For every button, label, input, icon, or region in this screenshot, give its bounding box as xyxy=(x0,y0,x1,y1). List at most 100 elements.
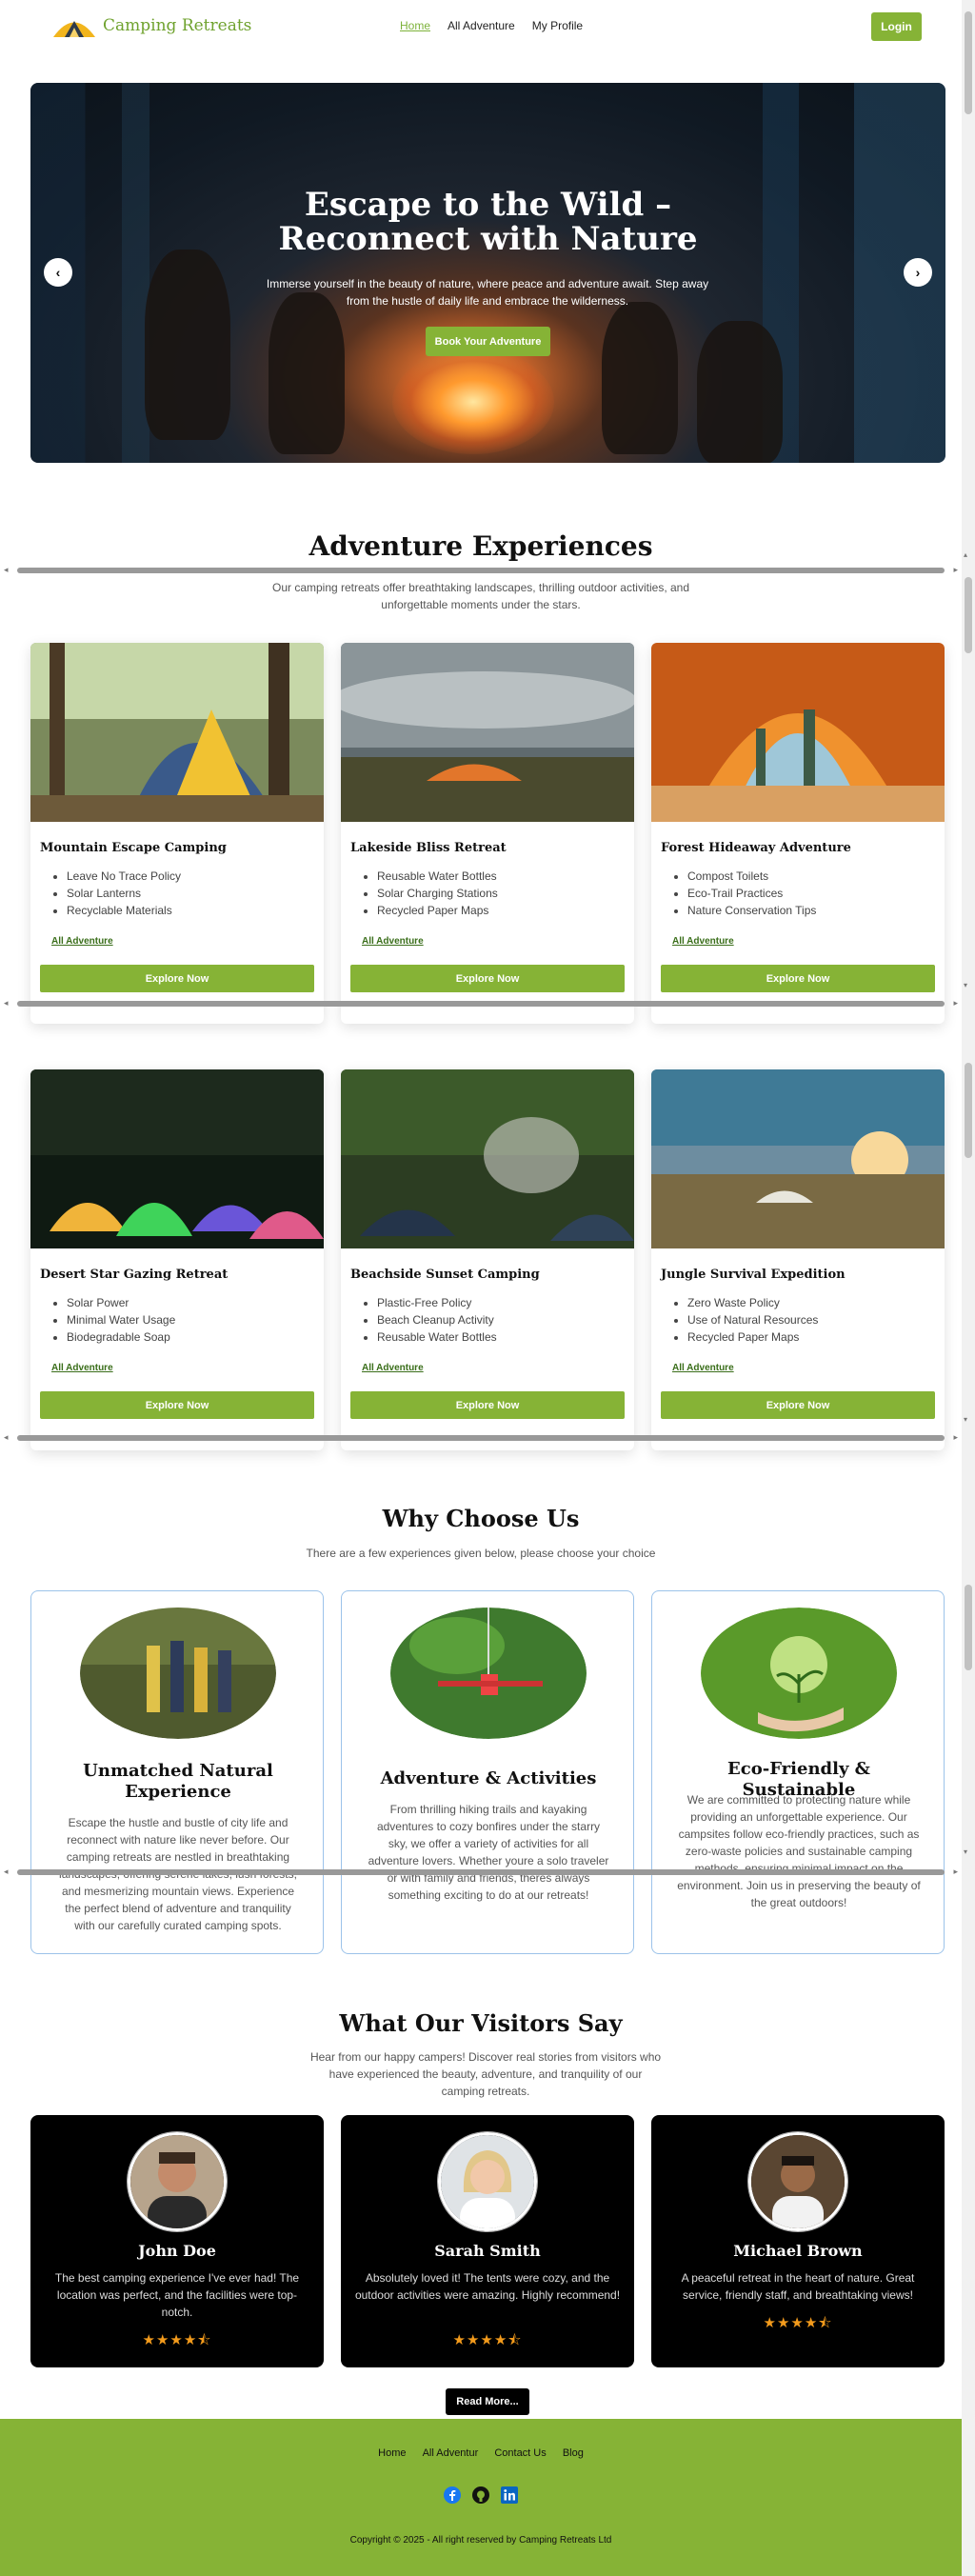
testimonial-text: The best camping experience I've ever ha… xyxy=(54,2271,300,2319)
why-card-title: Unmatched Natural Experience xyxy=(83,1761,273,1802)
explore-now-button[interactable]: Explore Now xyxy=(661,965,935,992)
adventure-card: Jungle Survival Expedition Zero Waste Po… xyxy=(651,1069,945,1450)
horizontal-scrollbar[interactable]: ◂ ▸ xyxy=(0,1866,962,1879)
card-image xyxy=(651,643,945,822)
card-title: Beachside Sunset Camping xyxy=(350,1268,540,1282)
testimonial-name: Sarah Smith xyxy=(434,2242,541,2260)
adventure-card: Desert Star Gazing Retreat Solar PowerMi… xyxy=(30,1069,324,1450)
feature-list: Solar PowerMinimal Water UsageBiodegrada… xyxy=(67,1294,175,1346)
hero-figure xyxy=(269,292,345,454)
nav-link-my-profile[interactable]: My Profile xyxy=(532,19,583,32)
main-menu: Home All Adventure My Profile xyxy=(400,19,583,32)
explore-now-button[interactable]: Explore Now xyxy=(40,965,314,992)
carousel-next-button[interactable]: › xyxy=(904,258,932,287)
why-card-title: Adventure & Activities xyxy=(380,1768,597,1788)
nav-link-home[interactable]: Home xyxy=(400,19,430,32)
book-adventure-button[interactable]: Book Your Adventure xyxy=(426,327,550,356)
linkedin-icon[interactable] xyxy=(501,2486,518,2504)
all-adventure-link[interactable]: All Adventure xyxy=(362,936,424,947)
rating-stars: ★★★★⯪ xyxy=(763,2315,833,2331)
footer-link-contact-us[interactable]: Contact Us xyxy=(494,2447,546,2459)
footer: Home All Adventur Contact Us Blog Copyri… xyxy=(0,2419,962,2576)
social-icons xyxy=(0,2486,962,2504)
github-icon[interactable] xyxy=(472,2486,489,2504)
card-title: Lakeside Bliss Retreat xyxy=(350,841,507,855)
explore-now-button[interactable]: Explore Now xyxy=(661,1391,935,1419)
explore-now-button[interactable]: Explore Now xyxy=(350,965,625,992)
testimonial-name: Michael Brown xyxy=(733,2242,863,2260)
facebook-icon[interactable] xyxy=(444,2486,461,2504)
carousel-prev-button[interactable]: ‹ xyxy=(44,258,72,287)
rating-stars: ★★★★⯪ xyxy=(452,2332,523,2348)
explore-now-button[interactable]: Explore Now xyxy=(40,1391,314,1419)
all-adventure-link[interactable]: All Adventure xyxy=(51,936,113,947)
tent-logo-icon xyxy=(53,21,95,37)
navbar: Camping Retreats Home All Adventure My P… xyxy=(0,0,962,53)
hero-subtitle: Immerse yourself in the beauty of nature… xyxy=(266,277,709,308)
why-subtitle: There are a few experiences given below,… xyxy=(306,1547,656,1560)
why-card-text: From thrilling hiking trails and kayakin… xyxy=(368,1803,609,1902)
nav-link-all-adventure[interactable]: All Adventure xyxy=(448,19,515,32)
footer-link-blog[interactable]: Blog xyxy=(563,2447,584,2459)
card-title: Desert Star Gazing Retreat xyxy=(40,1268,229,1282)
adventure-card: Beachside Sunset Camping Plastic-Free Po… xyxy=(341,1069,634,1450)
avatar xyxy=(438,2132,537,2231)
vertical-scrollbar[interactable]: ▴ ▾ xyxy=(962,550,975,989)
hero-figure xyxy=(697,321,783,463)
hero-figure xyxy=(145,250,230,440)
card-image xyxy=(341,1069,634,1248)
logo[interactable]: Camping Retreats xyxy=(51,11,251,40)
testimonial-card: Michael Brown A peaceful retreat in the … xyxy=(651,2115,945,2367)
why-title: Why Choose Us xyxy=(382,1505,580,1532)
feature-list: Reusable Water BottlesSolar Charging Sta… xyxy=(377,868,498,919)
why-card: Adventure & Activities From thrilling hi… xyxy=(341,1590,634,1954)
adventures-subtitle: Our camping retreats offer breathtaking … xyxy=(271,581,690,611)
explore-now-button[interactable]: Explore Now xyxy=(350,1391,625,1419)
footer-link-home[interactable]: Home xyxy=(378,2447,406,2459)
testimonial-text: A peaceful retreat in the heart of natur… xyxy=(681,2271,915,2302)
testimonial-text: Absolutely loved it! The tents were cozy… xyxy=(354,2271,621,2302)
why-card: Unmatched Natural Experience Escape the … xyxy=(30,1590,324,1954)
testimonials-subtitle: Hear from our happy campers! Discover re… xyxy=(309,2050,662,2098)
card-image xyxy=(30,1069,324,1248)
feature-list: Compost ToiletsEco-Trail PracticesNature… xyxy=(687,868,816,919)
all-adventure-link[interactable]: All Adventure xyxy=(672,1363,734,1373)
why-card-text: We are committed to protecting nature wh… xyxy=(677,1793,921,1909)
card-image xyxy=(341,643,634,822)
hero-carousel: Escape to the Wild – Reconnect with Natur… xyxy=(30,83,945,463)
adventure-card: Lakeside Bliss Retreat Reusable Water Bo… xyxy=(341,643,634,1024)
login-button[interactable]: Login xyxy=(871,12,922,41)
page-scrollbar-thumb[interactable] xyxy=(965,11,972,114)
all-adventure-link[interactable]: All Adventure xyxy=(51,1363,113,1373)
footer-links: Home All Adventur Contact Us Blog xyxy=(0,2447,962,2459)
read-more-button[interactable]: Read More... xyxy=(446,2388,529,2415)
testimonial-name: John Doe xyxy=(138,2242,216,2260)
plant-in-hand-image xyxy=(701,1608,897,1739)
hikers-image xyxy=(80,1608,276,1739)
feature-list: Zero Waste PolicyUse of Natural Resource… xyxy=(687,1294,818,1346)
feature-list: Leave No Trace PolicySolar LanternsRecyc… xyxy=(67,868,181,919)
testimonial-card: John Doe The best camping experience I'v… xyxy=(30,2115,324,2367)
campfire-glow xyxy=(392,349,554,454)
copyright: Copyright © 2025 - All right reserved by… xyxy=(349,2535,612,2546)
card-title: Jungle Survival Expedition xyxy=(661,1268,846,1282)
avatar xyxy=(748,2132,847,2231)
adventure-card: Mountain Escape Camping Leave No Trace P… xyxy=(30,643,324,1024)
brand-name: Camping Retreats xyxy=(103,16,252,35)
adventures-title: Adventure Experiences xyxy=(308,530,653,562)
footer-link-all-adventur[interactable]: All Adventur xyxy=(423,2447,479,2459)
vertical-scrollbar[interactable]: ▾ xyxy=(962,1049,975,1430)
horizontal-scrollbar[interactable]: ◂ ▸ xyxy=(0,564,962,577)
why-card: Eco-Friendly & Sustainable We are commit… xyxy=(651,1590,945,1954)
all-adventure-link[interactable]: All Adventure xyxy=(362,1363,424,1373)
all-adventure-link[interactable]: All Adventure xyxy=(672,936,734,947)
horizontal-scrollbar[interactable]: ◂ ▸ xyxy=(0,1431,962,1445)
card-image xyxy=(651,1069,945,1248)
horizontal-scrollbar[interactable]: ◂ ▸ xyxy=(0,997,962,1010)
testimonial-card: Sarah Smith Absolutely loved it! The ten… xyxy=(341,2115,634,2367)
adventure-card: Forest Hideaway Adventure Compost Toilet… xyxy=(651,643,945,1024)
avatar xyxy=(128,2132,227,2231)
card-title: Mountain Escape Camping xyxy=(40,841,227,855)
vertical-scrollbar[interactable]: ▾ xyxy=(962,1581,975,1867)
feature-list: Plastic-Free PolicyBeach Cleanup Activit… xyxy=(377,1294,497,1346)
